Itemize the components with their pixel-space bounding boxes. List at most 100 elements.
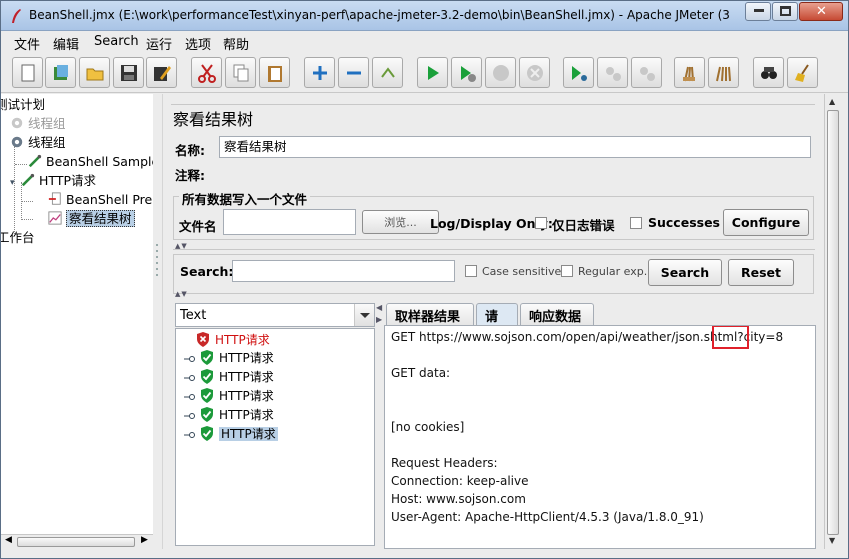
- comment-field[interactable]: [219, 162, 811, 182]
- menu-edit[interactable]: 编辑: [53, 34, 79, 53]
- scroll-up-icon[interactable]: ▲: [829, 97, 835, 106]
- scroll-thumb[interactable]: [827, 110, 839, 535]
- toggle-button[interactable]: [372, 57, 403, 88]
- gear-icon: [11, 117, 23, 129]
- tree-toggle-icon[interactable]: [184, 393, 196, 401]
- collapse-button[interactable]: [338, 57, 369, 88]
- errors-only-checkbox[interactable]: [535, 217, 547, 229]
- jmeter-window: BeanShell.jmx (E:\work\performanceTest\x…: [0, 0, 849, 559]
- tree-toggle-icon[interactable]: [184, 412, 196, 420]
- tree-toggle-icon[interactable]: [184, 374, 196, 382]
- expand-button[interactable]: [304, 57, 335, 88]
- remote-stop-button[interactable]: [597, 57, 628, 88]
- reset-button[interactable]: Reset: [728, 259, 794, 286]
- clear-all-icon: [715, 66, 731, 81]
- search-button[interactable]: [753, 57, 784, 88]
- browse-button[interactable]: 浏览...: [362, 210, 439, 234]
- request-text-panel: GET https://www.sojson.com/open/api/weat…: [384, 325, 816, 549]
- tree-item-thread-group-disabled[interactable]: 线程组: [9, 115, 66, 133]
- save-as-button[interactable]: [146, 57, 177, 88]
- paste-icon: [267, 65, 282, 82]
- minimize-button[interactable]: [745, 2, 771, 21]
- collapse-divider-icon[interactable]: ▲▼: [175, 290, 188, 298]
- chevron-right-icon[interactable]: ▶: [376, 315, 382, 324]
- new-button[interactable]: [12, 57, 43, 88]
- header-connection: Connection: keep-alive: [391, 474, 529, 488]
- result-item-failed[interactable]: HTTP请求: [196, 331, 270, 349]
- tree-item-thread-group[interactable]: 线程组: [9, 134, 66, 152]
- preprocessor-icon: [48, 192, 61, 205]
- case-sensitive-checkbox[interactable]: [465, 265, 477, 277]
- binoculars-icon: [760, 66, 777, 79]
- comment-label: 注释:: [175, 168, 205, 183]
- search-submit-button[interactable]: Search: [648, 259, 722, 286]
- menu-help[interactable]: 帮助: [223, 34, 249, 53]
- start-no-pause-button[interactable]: [451, 57, 482, 88]
- menu-file[interactable]: 文件: [14, 34, 40, 53]
- menu-search[interactable]: Search: [94, 34, 139, 49]
- search-input[interactable]: [232, 260, 455, 282]
- menu-options[interactable]: 选项: [185, 34, 211, 53]
- tree-item-beanshell-sampler[interactable]: BeanShell Sampler: [27, 153, 153, 171]
- tree-item-beanshell-preprocessor[interactable]: BeanShell PreProcessor: [47, 191, 153, 209]
- tree-toggle-icon[interactable]: [184, 431, 196, 439]
- remote-stop-icon: [605, 66, 621, 81]
- copy-button[interactable]: [225, 57, 256, 88]
- templates-button[interactable]: [45, 57, 76, 88]
- tree-item-http-request[interactable]: ▾ HTTP请求: [10, 172, 96, 190]
- close-button[interactable]: ✕: [799, 2, 843, 21]
- clear-icon: [682, 66, 695, 81]
- remote-start-button[interactable]: [563, 57, 594, 88]
- renderer-select[interactable]: Text: [175, 303, 375, 327]
- tab-sampler-result[interactable]: 取样器结果: [386, 303, 474, 325]
- result-item[interactable]: HTTP请求: [184, 368, 274, 386]
- main-vertical-scrollbar[interactable]: ▲ ▼: [824, 94, 841, 549]
- tree-toggle-icon[interactable]: [184, 355, 196, 363]
- open-button[interactable]: [79, 57, 110, 88]
- tree-expand-icon[interactable]: ▾: [10, 174, 20, 192]
- paste-button[interactable]: [259, 57, 290, 88]
- clear-button[interactable]: [674, 57, 705, 88]
- results-list: HTTP请求 HTTP请求 HTTP请求 HTTP请求 HTTP请求 HTTP请…: [175, 328, 375, 546]
- reset-search-button[interactable]: [787, 57, 818, 88]
- configure-button[interactable]: Configure: [723, 209, 809, 236]
- tree-item-test-plan[interactable]: 测试计划: [1, 96, 45, 114]
- tree-item-view-results-tree[interactable]: 察看结果树: [47, 210, 135, 228]
- tree-splitter[interactable]: [153, 94, 162, 549]
- filename-field[interactable]: [223, 209, 356, 235]
- tree-item-workbench[interactable]: 工作台: [1, 229, 35, 247]
- save-button[interactable]: [113, 57, 144, 88]
- chevron-down-icon[interactable]: [354, 304, 374, 326]
- scroll-left-icon[interactable]: ◀: [5, 535, 12, 545]
- start-button[interactable]: [417, 57, 448, 88]
- scroll-right-icon[interactable]: ▶: [141, 535, 148, 545]
- jmeter-feather-icon: [12, 9, 21, 23]
- name-field[interactable]: 察看结果树: [219, 136, 811, 158]
- clear-all-button[interactable]: [708, 57, 739, 88]
- tree-horizontal-scrollbar[interactable]: ◀ ▶: [1, 534, 153, 549]
- cookies-line: [no cookies]: [391, 420, 465, 434]
- regex-checkbox[interactable]: [561, 265, 573, 277]
- remote-shutdown-button[interactable]: [631, 57, 662, 88]
- tab-response-data[interactable]: 响应数据: [520, 303, 594, 325]
- successes-checkbox[interactable]: [630, 217, 642, 229]
- header-host: Host: www.sojson.com: [391, 492, 526, 506]
- results-splitter[interactable]: ◀ ▶: [376, 299, 384, 549]
- tab-request[interactable]: 请求: [476, 303, 518, 344]
- shutdown-button[interactable]: [519, 57, 550, 88]
- scroll-down-icon[interactable]: ▼: [829, 536, 835, 545]
- stop-button[interactable]: [485, 57, 516, 88]
- result-item[interactable]: HTTP请求: [184, 387, 274, 405]
- regex-label: Regular exp.: [578, 265, 648, 278]
- result-item[interactable]: HTTP请求: [184, 406, 274, 424]
- scroll-thumb[interactable]: [17, 537, 135, 547]
- start-icon: [427, 65, 439, 80]
- result-item[interactable]: HTTP请求: [184, 349, 274, 367]
- chevron-left-icon[interactable]: ◀: [376, 303, 382, 312]
- start-no-pause-icon: [460, 65, 476, 82]
- pipette-icon: [28, 154, 42, 168]
- maximize-button[interactable]: [772, 2, 798, 21]
- result-item-selected[interactable]: HTTP请求: [184, 425, 278, 443]
- cut-button[interactable]: [191, 57, 222, 88]
- menu-run[interactable]: 运行: [146, 34, 172, 53]
